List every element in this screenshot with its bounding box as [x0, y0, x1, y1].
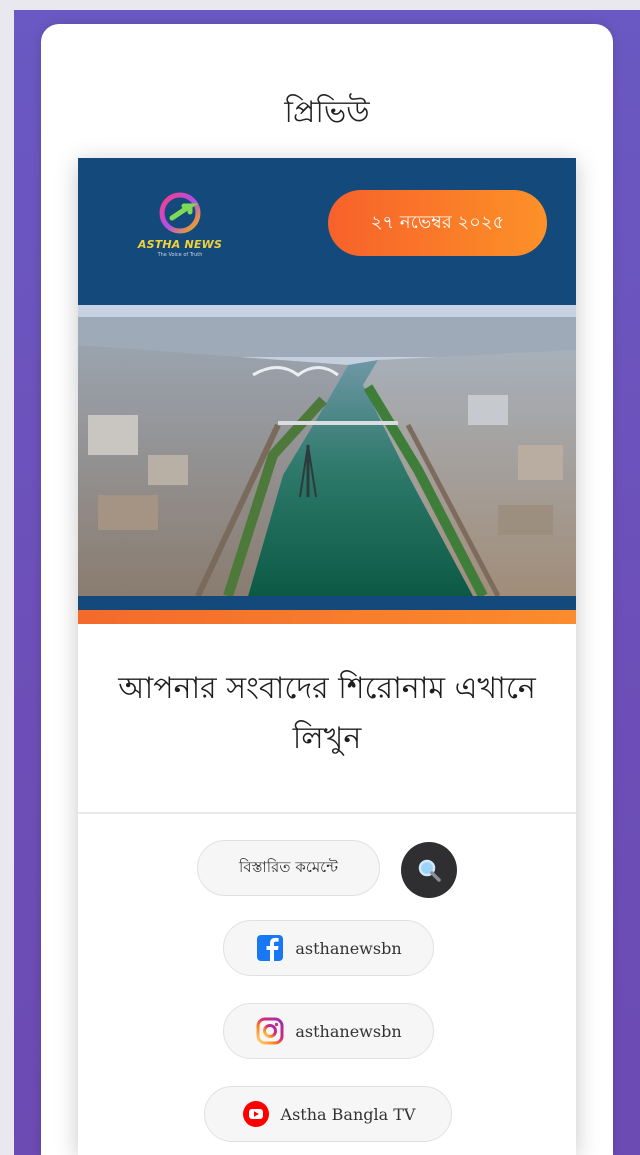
top-strip: [0, 0, 640, 10]
instagram-link[interactable]: asthanewsbn: [223, 1003, 434, 1059]
facebook-handle: asthanewsbn: [295, 938, 402, 958]
search-button[interactable]: [401, 842, 457, 898]
news-photo: [78, 305, 576, 596]
youtube-channel: Astha Bangla TV: [280, 1104, 416, 1124]
headline: আপনার সংবাদের শিরোনাম এখানে লিখুন: [118, 671, 536, 756]
instagram-handle: asthanewsbn: [295, 1021, 402, 1041]
date-badge: ২৭ নভেম্বর ২০২৫: [328, 190, 547, 256]
preview-card: প্রিভিউ ASTHA NEWS The Voice of Truth ২৭…: [41, 24, 613, 1155]
facebook-link[interactable]: asthanewsbn: [223, 920, 434, 976]
divider-bar-orange: [78, 610, 576, 624]
section-divider: [78, 812, 576, 814]
facebook-icon: [257, 935, 284, 961]
youtube-link[interactable]: Astha Bangla TV: [204, 1086, 452, 1142]
divider-bar-blue: [78, 596, 576, 610]
left-strip: [0, 0, 14, 1155]
brand-logo: ASTHA NEWS The Voice of Truth: [130, 188, 230, 260]
news-header: ASTHA NEWS The Voice of Truth ২৭ নভেম্বর…: [78, 158, 576, 305]
instagram-icon: [256, 1017, 284, 1045]
comment-button[interactable]: বিস্তারিত কমেন্টে: [197, 840, 380, 896]
preview-title: প্রিভিউ: [284, 95, 370, 130]
youtube-icon: [242, 1101, 269, 1127]
news-post-preview: ASTHA NEWS The Voice of Truth ২৭ নভেম্বর…: [78, 158, 576, 1155]
brand-name: ASTHA NEWS: [137, 238, 223, 251]
search-icon: [418, 859, 441, 882]
brand-tagline: The Voice of Truth: [157, 252, 203, 258]
logo-mark-icon: [159, 192, 201, 234]
